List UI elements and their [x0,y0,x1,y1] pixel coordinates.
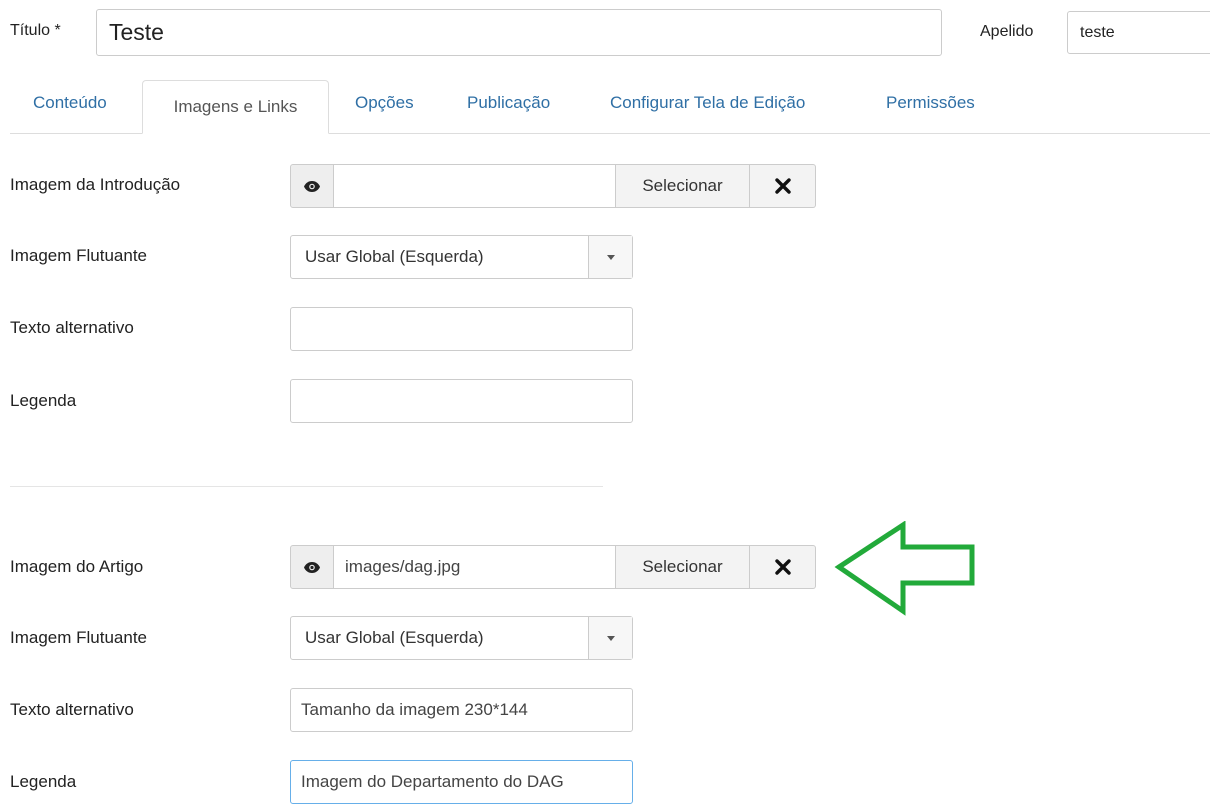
tab-opcoes[interactable]: Opções [355,93,414,113]
intro-caption-label: Legenda [10,391,77,410]
article-image-field: images/dag.jpg Selecionar [290,545,816,589]
article-preview-button[interactable] [290,545,334,589]
title-label: Título * [10,22,61,39]
article-image-label: Imagem do Artigo [10,557,144,576]
section-divider [10,486,603,487]
article-float-value: Usar Global (Esquerda) [305,628,484,647]
intro-alt-input[interactable] [290,307,633,351]
tab-permissoes[interactable]: Permissões [886,93,975,113]
close-icon [774,559,791,575]
eye-icon [304,180,320,192]
article-float-dropdown[interactable] [588,617,632,659]
alias-input-value: teste [1080,23,1115,41]
article-image-input[interactable]: images/dag.jpg [334,545,615,589]
intro-caption-input[interactable] [290,379,633,423]
caret-down-icon [606,635,615,641]
article-clear-button[interactable] [750,545,816,589]
tab-publicacao[interactable]: Publicação [467,93,550,113]
article-alt-label: Texto alternativo [10,700,134,719]
intro-float-label: Imagem Flutuante [10,246,148,265]
article-float-label: Imagem Flutuante [10,628,148,647]
intro-float-select[interactable]: Usar Global (Esquerda) [290,235,633,279]
intro-preview-button[interactable] [290,164,334,208]
caret-down-icon [606,254,615,260]
intro-image-input[interactable] [334,164,615,208]
article-alt-input[interactable]: Tamanho da imagem 230*144 [290,688,633,732]
intro-alt-label: Texto alternativo [10,318,134,337]
title-input-value: Teste [109,19,164,45]
intro-float-value: Usar Global (Esquerda) [305,247,484,266]
title-input[interactable]: Teste [96,9,942,56]
intro-clear-button[interactable] [750,164,816,208]
tab-configurar-tela-de-edicao[interactable]: Configurar Tela de Edição [610,93,805,113]
article-select-button[interactable]: Selecionar [615,545,750,589]
intro-float-dropdown[interactable] [588,236,632,278]
article-caption-value: Imagem do Departamento do DAG [301,772,564,791]
article-image-value: images/dag.jpg [345,557,461,576]
left-arrow-outline-icon [834,521,975,616]
article-float-select[interactable]: Usar Global (Esquerda) [290,616,633,660]
intro-image-field: Selecionar [290,164,816,208]
tab-imagens-e-links[interactable]: Imagens e Links [142,80,329,134]
tab-conteudo[interactable]: Conteúdo [33,93,107,113]
eye-icon [304,561,320,573]
alias-label: Apelido [980,23,1034,40]
alias-input[interactable]: teste [1067,11,1210,54]
intro-image-label: Imagem da Introdução [10,175,181,194]
article-caption-label: Legenda [10,772,77,791]
close-icon [774,178,791,194]
article-caption-input[interactable]: Imagem do Departamento do DAG [290,760,633,804]
article-alt-value: Tamanho da imagem 230*144 [301,700,528,719]
intro-select-button[interactable]: Selecionar [615,164,750,208]
